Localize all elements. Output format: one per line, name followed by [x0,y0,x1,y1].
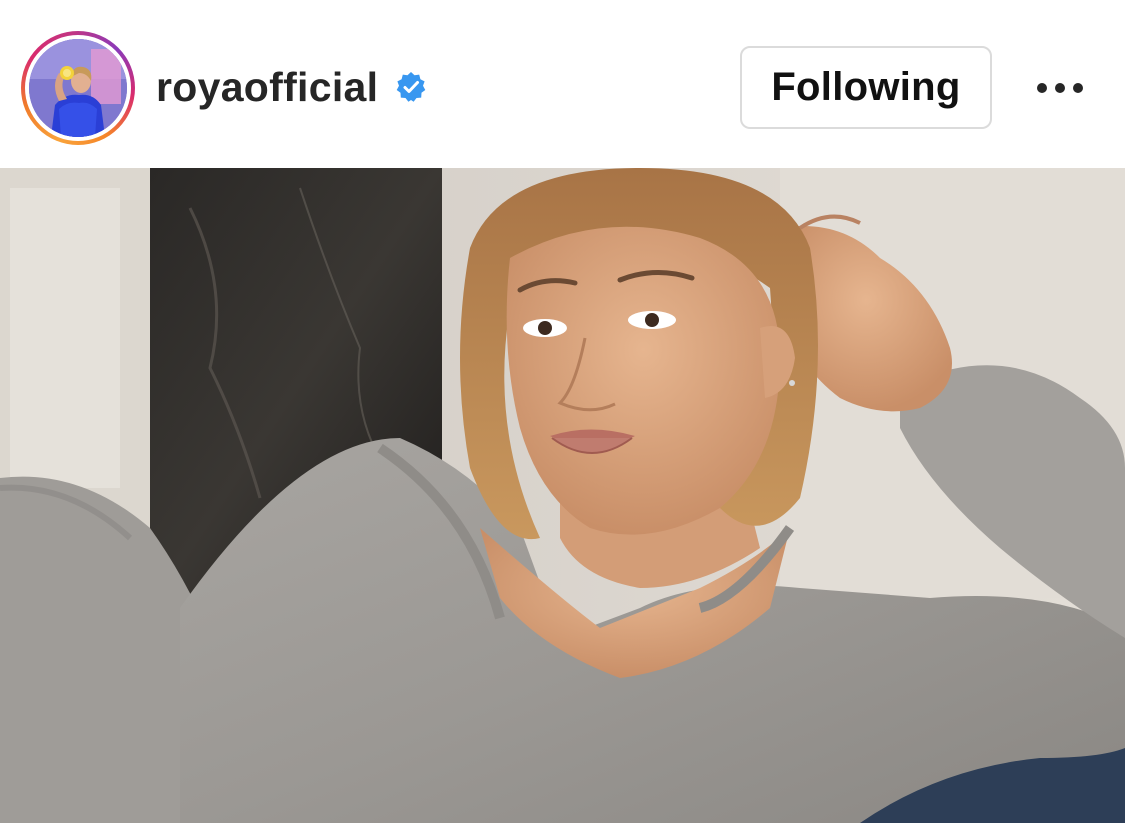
story-ring[interactable] [21,31,135,145]
following-button[interactable]: Following [740,46,992,129]
avatar-image [29,39,127,137]
instagram-post: royaofficial Following [0,0,1125,823]
more-options-button[interactable] [1030,72,1090,104]
post-header: royaofficial Following [0,0,1125,168]
verified-badge-icon [395,71,427,103]
post-image [0,168,1125,823]
more-horizontal-icon [1037,83,1083,93]
username[interactable]: royaofficial [156,62,378,112]
avatar[interactable] [29,39,127,137]
post-photo[interactable] [0,168,1125,823]
